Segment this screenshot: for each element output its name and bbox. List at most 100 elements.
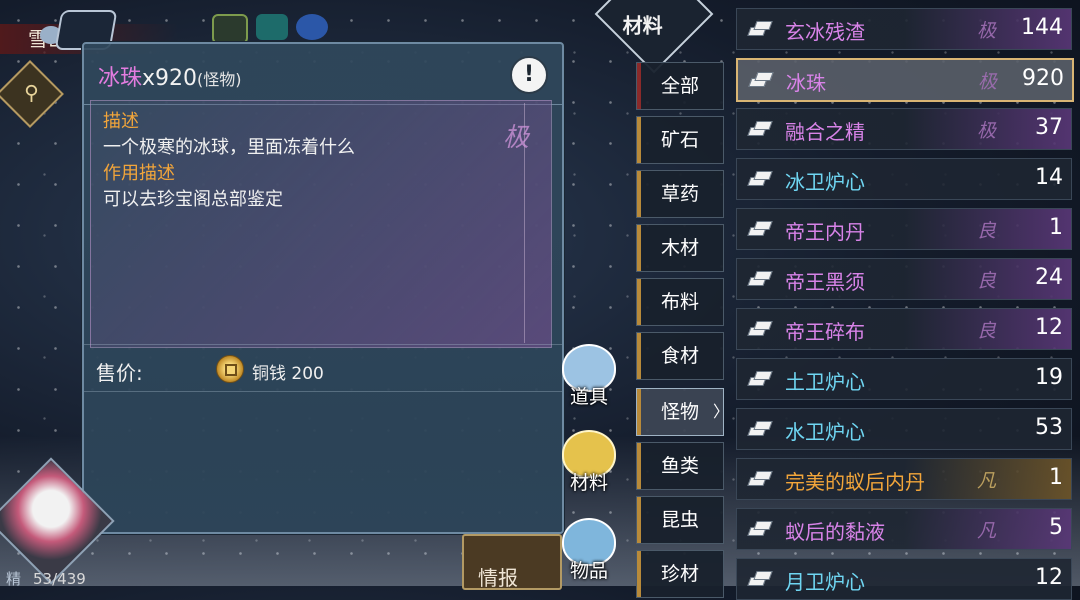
bag-materials-button[interactable]: 材料 — [552, 430, 626, 500]
ingot-icon — [749, 570, 771, 586]
item-count: 144 — [1021, 15, 1063, 40]
tab-all[interactable]: 全部 — [636, 62, 724, 110]
item-count: 12 — [1035, 565, 1063, 590]
item-count: 12 — [1035, 315, 1063, 340]
search-button[interactable]: ⚲ — [0, 60, 64, 128]
ingot-icon — [749, 170, 771, 186]
item-grade: 良 — [977, 320, 997, 342]
ingot-icon — [749, 370, 771, 386]
item-name: 帝王碎布 — [785, 320, 865, 344]
item-count: 37 — [1035, 115, 1063, 140]
ingot-icon — [750, 71, 772, 87]
item-count: 53 — [1035, 415, 1063, 440]
tab-ore[interactable]: 矿石 — [636, 116, 724, 164]
status-icons — [212, 14, 328, 44]
item-count: 24 — [1035, 265, 1063, 290]
item-count: 920 — [1022, 66, 1064, 91]
bag-props-button[interactable]: 道具 — [552, 344, 626, 414]
item-name: 月卫炉心 — [785, 570, 865, 594]
list-item[interactable]: 帝王碎布 良 12 — [736, 308, 1072, 350]
stamina-label: 精 — [6, 570, 22, 588]
subcategory-title: 材料 — [622, 13, 663, 38]
use-label: 作用描述 — [103, 163, 175, 184]
list-item[interactable]: 月卫炉心 12 — [736, 558, 1072, 600]
item-count: 5 — [1049, 515, 1063, 540]
ingot-icon — [749, 220, 771, 236]
list-item[interactable]: 水卫炉心 53 — [736, 408, 1072, 450]
copper-coin-icon — [216, 355, 244, 383]
item-category: (怪物) — [197, 70, 242, 89]
ingot-icon — [749, 20, 771, 36]
bag-items-label: 物品 — [569, 560, 608, 582]
buff-icon[interactable] — [212, 14, 248, 44]
description-text: 描述 一个极寒的冰球，里面冻着什么 作用描述 可以去珍宝阁总部鉴定 — [103, 109, 355, 213]
bag-materials-label: 材料 — [569, 472, 608, 494]
tab-treasure[interactable]: 珍材 — [636, 550, 724, 598]
tab-wood[interactable]: 木材 — [636, 224, 724, 272]
ingot-icon — [749, 120, 771, 136]
item-count: 19 — [1035, 365, 1063, 390]
intel-button[interactable]: 情报 — [462, 534, 562, 590]
item-count: 1 — [1049, 215, 1063, 240]
list-item-selected[interactable]: 冰珠 极 920 — [736, 58, 1074, 102]
tab-monster[interactable]: 怪物 — [636, 388, 729, 436]
item-grade: 良 — [977, 270, 997, 292]
list-item[interactable]: 冰卫炉心 14 — [736, 158, 1072, 200]
item-grade: 极 — [977, 20, 997, 42]
item-grade: 凡 — [977, 470, 997, 492]
item-grade: 极 — [978, 71, 998, 93]
list-item[interactable]: 融合之精 极 37 — [736, 108, 1072, 150]
intel-label: 情报 — [478, 566, 518, 590]
list-item[interactable]: 土卫炉心 19 — [736, 358, 1072, 400]
orb-icon[interactable] — [296, 14, 328, 40]
tab-herb[interactable]: 草药 — [636, 170, 724, 218]
list-item[interactable]: 完美的蚁后内丹 凡 1 — [736, 458, 1072, 500]
item-grade: 极 — [977, 120, 997, 142]
price-row: 售价: 铜钱 200 — [84, 344, 562, 392]
price-label: 售价: — [96, 361, 143, 385]
tab-cloth[interactable]: 布料 — [636, 278, 724, 326]
description-label: 描述 — [103, 111, 139, 132]
bag-items-button[interactable]: 物品 — [552, 518, 626, 588]
ingot-icon — [749, 470, 771, 486]
item-title: 冰珠x920(怪物) — [98, 60, 242, 92]
use-value: 可以去珍宝阁总部鉴定 — [103, 189, 283, 210]
ingot-icon — [749, 320, 771, 336]
list-item[interactable]: 蚁后的黏液 凡 5 — [736, 508, 1072, 550]
item-grade: 凡 — [977, 520, 997, 542]
item-name: 玄冰残渣 — [785, 20, 865, 44]
list-item[interactable]: 帝王黑须 良 24 — [736, 258, 1072, 300]
item-name: 帝王黑须 — [785, 270, 865, 294]
item-name: 帝王内丹 — [785, 220, 865, 244]
item-name: 融合之精 — [785, 120, 865, 144]
item-quantity: x920 — [142, 66, 198, 91]
item-name: 水卫炉心 — [785, 420, 865, 444]
party-icon[interactable] — [256, 14, 288, 40]
description-box: 极 描述 一个极寒的冰球，里面冻着什么 作用描述 可以去珍宝阁总部鉴定 — [90, 100, 552, 348]
item-count: 1 — [1049, 465, 1063, 490]
price-value: 铜钱 200 — [252, 364, 324, 384]
item-name: 完美的蚁后内丹 — [785, 470, 925, 494]
item-name: 冰珠 — [786, 71, 826, 95]
tab-insect[interactable]: 昆虫 — [636, 496, 724, 544]
item-count: 14 — [1035, 165, 1063, 190]
tab-food[interactable]: 食材 — [636, 332, 724, 380]
item-name: 冰卫炉心 — [785, 170, 865, 194]
item-name: 冰珠 — [98, 66, 143, 91]
item-grade: 良 — [977, 220, 997, 242]
tab-fish[interactable]: 鱼类 — [636, 442, 724, 490]
bag-props-label: 道具 — [569, 386, 608, 408]
item-detail-panel: 冰珠x920(怪物) ! 极 描述 一个极寒的冰球，里面冻着什么 作用描述 可以… — [82, 42, 564, 534]
item-name: 蚁后的黏液 — [785, 520, 885, 544]
item-name: 土卫炉心 — [785, 370, 865, 394]
ingot-icon — [749, 520, 771, 536]
info-icon[interactable]: ! — [510, 56, 548, 94]
ingot-icon — [749, 270, 771, 286]
ingot-icon — [749, 420, 771, 436]
rank-mark: 极 — [502, 123, 529, 153]
stamina-value: 53/439 — [33, 570, 86, 588]
detail-header: 冰珠x920(怪物) ! — [84, 44, 562, 105]
magnifier-icon: ⚲ — [24, 80, 39, 105]
list-item[interactable]: 帝王内丹 良 1 — [736, 208, 1072, 250]
list-item[interactable]: 玄冰残渣 极 144 — [736, 8, 1072, 50]
